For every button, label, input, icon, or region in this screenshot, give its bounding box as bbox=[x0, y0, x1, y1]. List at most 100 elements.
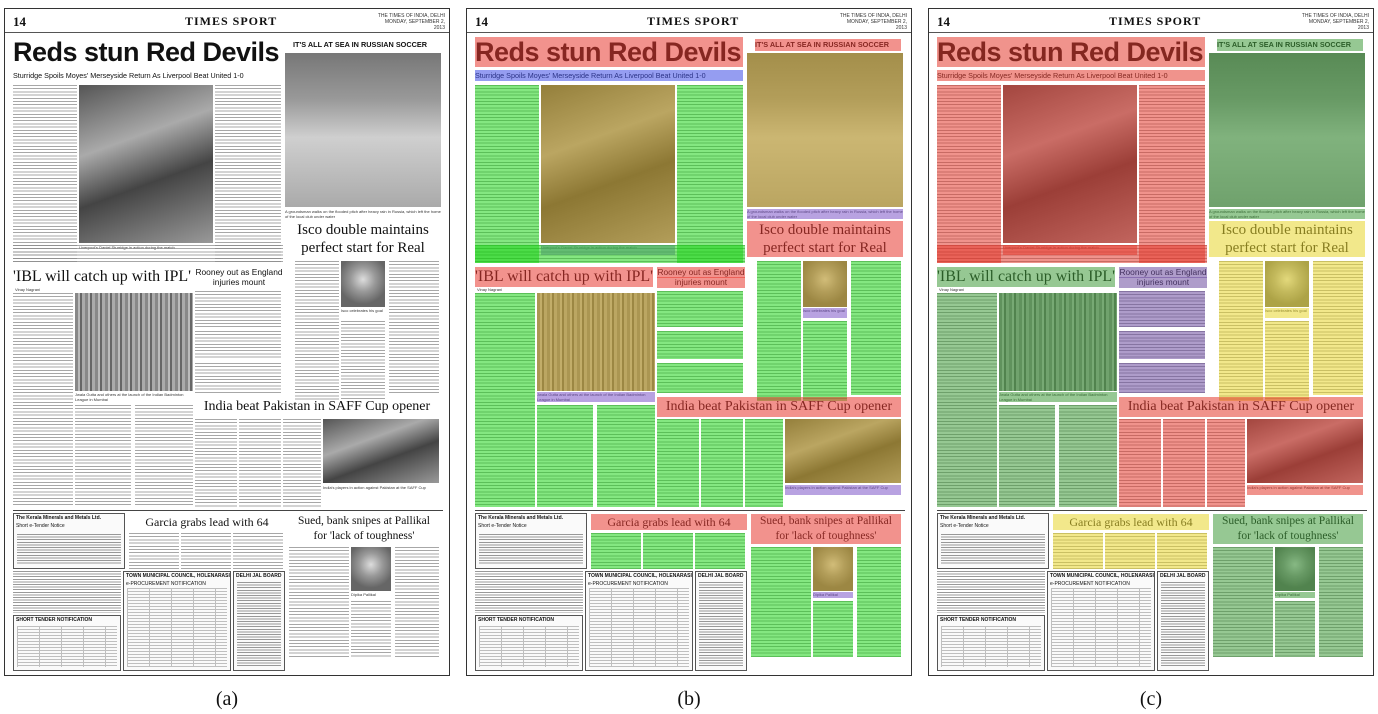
region-highlight bbox=[541, 85, 675, 243]
photo-caption-ibl: Jwala Gutta and others at the launch of … bbox=[75, 392, 184, 402]
byline-ibl: Vinay Nagrani bbox=[15, 287, 41, 292]
region-highlight bbox=[757, 261, 801, 401]
region-highlight bbox=[695, 533, 745, 569]
region-highlight bbox=[657, 291, 743, 327]
ad-short: SHORT TENDER NOTIFICATION bbox=[937, 615, 1045, 671]
region-highlight bbox=[1209, 221, 1365, 239]
ad-kerala: The Kerala Minerals and Metals Ltd. Shor… bbox=[475, 513, 587, 569]
region-highlight bbox=[937, 245, 1207, 263]
ad-kerala-subtitle: Short e-Tender Notice bbox=[478, 523, 527, 529]
masthead: 14 TIMES SPORT THE TIMES OF INDIA, DELHI… bbox=[5, 9, 449, 33]
section-name: TIMES SPORT bbox=[185, 14, 278, 28]
photo-isco bbox=[341, 261, 385, 307]
headline-ibl: 'IBL will catch up with IPL' bbox=[13, 268, 191, 285]
region-highlight bbox=[785, 485, 901, 495]
ad-town-subtitle: e-PROCUREMENT NOTIFICATION bbox=[1050, 581, 1130, 587]
body-garcia-col2 bbox=[181, 533, 231, 569]
body-rooney-col1 bbox=[195, 291, 281, 327]
section-name: TIMES SPORT bbox=[647, 14, 740, 28]
ad-kerala: The Kerala Minerals and Metals Ltd. Shor… bbox=[937, 513, 1049, 569]
body-rooney-col2 bbox=[195, 331, 281, 359]
region-highlight bbox=[1119, 397, 1363, 417]
ad-kerala-title: The Kerala Minerals and Metals Ltd. bbox=[16, 515, 102, 521]
region-highlight bbox=[751, 529, 901, 544]
region-highlight bbox=[747, 53, 903, 207]
region-highlight bbox=[1163, 419, 1205, 507]
region-highlight bbox=[1275, 592, 1315, 598]
region-highlight bbox=[1053, 514, 1209, 530]
headline-india: India beat Pakistan in SAFF Cup opener bbox=[203, 399, 431, 414]
region-highlight bbox=[1207, 419, 1245, 507]
region-highlight bbox=[747, 221, 903, 239]
region-highlight bbox=[1213, 529, 1363, 544]
page-segmentation-b: 14 TIMES SPORT THE TIMES OF INDIA, DELHI… bbox=[466, 8, 912, 676]
caption-a: (a) bbox=[215, 688, 239, 710]
region-highlight bbox=[591, 514, 747, 530]
region-highlight bbox=[537, 405, 593, 507]
body-reds-col1 bbox=[13, 85, 77, 263]
region-highlight bbox=[1119, 363, 1205, 393]
region-highlight bbox=[803, 261, 847, 307]
section-rule bbox=[475, 510, 905, 511]
body-sued-col2 bbox=[351, 601, 391, 657]
headline-isco-1: Isco double maintains bbox=[297, 222, 429, 238]
region-highlight bbox=[813, 592, 853, 598]
region-highlight bbox=[1059, 405, 1117, 507]
region-highlight bbox=[657, 419, 699, 507]
region-highlight bbox=[537, 392, 655, 402]
region-highlight bbox=[597, 405, 655, 507]
photo-caption-sued: Dipika Pallikal bbox=[351, 592, 376, 597]
region-highlight bbox=[937, 37, 1205, 67]
region-highlight bbox=[1157, 533, 1207, 569]
body-rooney-col3 bbox=[195, 363, 281, 393]
ad-short: SHORT TENDER NOTIFICATION bbox=[13, 615, 121, 671]
body-isco-col2 bbox=[341, 321, 385, 401]
region-highlight bbox=[785, 419, 901, 483]
byline-ibl: Vinay Nagrani bbox=[939, 287, 965, 292]
section-rule bbox=[13, 510, 443, 511]
region-highlight bbox=[1003, 85, 1137, 243]
ad-short: SHORT TENDER NOTIFICATION bbox=[475, 615, 583, 671]
region-highlight bbox=[755, 39, 901, 51]
region-highlight bbox=[657, 331, 743, 359]
headline-russia: IT'S ALL AT SEA IN RUSSIAN SOCCER bbox=[293, 40, 428, 49]
page-segmentation-c: 14 TIMES SPORT THE TIMES OF INDIA, DELHI… bbox=[928, 8, 1374, 676]
region-highlight bbox=[1119, 277, 1207, 288]
photo-caption-india: India's players in action against Pakist… bbox=[323, 485, 426, 490]
region-highlight bbox=[751, 514, 901, 529]
region-highlight bbox=[475, 245, 745, 263]
ad-kerala-subtitle: Short e-Tender Notice bbox=[16, 523, 65, 529]
region-highlight bbox=[1139, 85, 1205, 263]
region-highlight bbox=[475, 267, 653, 287]
ad-side: DELHI JAL BOARD bbox=[1157, 571, 1209, 671]
photo-caption-isco: Isco celebrates his goal bbox=[341, 308, 383, 313]
region-highlight bbox=[657, 277, 745, 288]
region-highlight bbox=[537, 293, 655, 391]
headline-isco-2: perfect start for Real bbox=[301, 240, 425, 256]
ad-side-title: DELHI JAL BOARD bbox=[236, 573, 282, 579]
region-highlight bbox=[1265, 308, 1309, 318]
region-highlight bbox=[813, 547, 853, 591]
region-highlight bbox=[1119, 419, 1161, 507]
masthead: 14 TIMES SPORT THE TIMES OF INDIA, DELHI… bbox=[929, 9, 1373, 33]
ad-town-title: TOWN MUNICIPAL COUNCIL, HOLENARASIPURA bbox=[1050, 573, 1154, 579]
photo-sued bbox=[351, 547, 391, 591]
ad-side: DELHI JAL BOARD bbox=[233, 571, 285, 671]
ad-town-subtitle: e-PROCUREMENT NOTIFICATION bbox=[588, 581, 668, 587]
region-highlight bbox=[657, 397, 901, 417]
region-highlight bbox=[1217, 39, 1363, 51]
page-number: 14 bbox=[13, 14, 26, 29]
ad-town: TOWN MUNICIPAL COUNCIL, HOLENARASIPURA e… bbox=[1047, 571, 1155, 671]
region-highlight bbox=[857, 547, 901, 657]
page-number: 14 bbox=[475, 14, 488, 29]
ad-town: TOWN MUNICIPAL COUNCIL, HOLENARASIPURA e… bbox=[123, 571, 231, 671]
ad-kerala-details bbox=[937, 571, 1045, 613]
region-highlight bbox=[475, 70, 743, 81]
ad-kerala-subtitle: Short e-Tender Notice bbox=[940, 523, 989, 529]
photo-india bbox=[323, 419, 439, 483]
region-highlight bbox=[1213, 547, 1273, 657]
photo-ibl bbox=[75, 293, 193, 391]
region-highlight bbox=[643, 533, 693, 569]
region-highlight bbox=[475, 37, 743, 67]
page-number: 14 bbox=[937, 14, 950, 29]
